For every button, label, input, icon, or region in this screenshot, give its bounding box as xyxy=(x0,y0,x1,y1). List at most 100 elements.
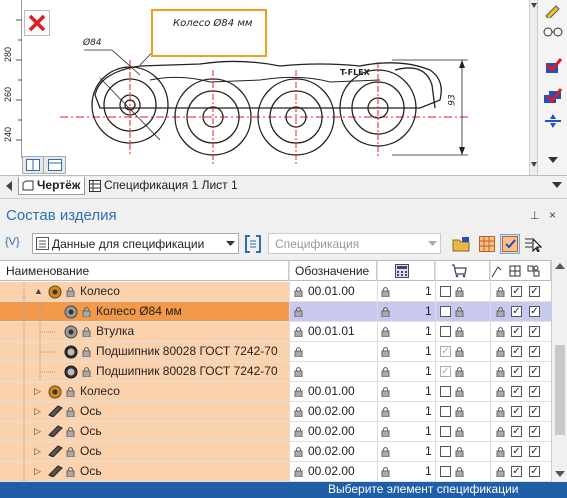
visible-checkbox[interactable]: ✓ xyxy=(529,346,540,357)
expand-toggle-icon[interactable]: ▷ xyxy=(34,446,41,457)
purchased-checkbox[interactable]: ✓ xyxy=(440,346,451,357)
tab-specification[interactable]: Спецификация 1 Лист 1 xyxy=(86,177,242,195)
table-scrollbar[interactable] xyxy=(551,260,567,482)
folder-settings-button[interactable] xyxy=(451,234,471,254)
column-header-quantity[interactable] xyxy=(377,261,435,281)
row-quantity[interactable]: 1 xyxy=(425,444,432,458)
table-row[interactable]: ▷ Ось 00.02.00 1 ✓ ✓ xyxy=(0,422,551,442)
column-header-purchase[interactable] xyxy=(435,261,490,281)
row-quantity[interactable]: 1 xyxy=(425,324,432,338)
lock-icon xyxy=(82,366,91,378)
pin-icon[interactable]: ⊥ xyxy=(530,209,540,222)
row-quantity[interactable]: 1 xyxy=(425,304,432,318)
purchased-checkbox[interactable] xyxy=(440,426,451,437)
visible-checkbox[interactable]: ✓ xyxy=(529,286,540,297)
close-icon[interactable]: × xyxy=(549,208,556,222)
column-header-flags[interactable] xyxy=(490,261,551,281)
specification-dropdown[interactable]: Спецификация xyxy=(268,233,441,254)
expand-toggle-icon[interactable]: ▲ xyxy=(34,286,43,296)
expand-toggle-icon[interactable]: ▷ xyxy=(34,426,41,437)
include-checkbox[interactable]: ✓ xyxy=(511,326,522,337)
chevron-down-icon xyxy=(428,241,437,246)
include-checkbox[interactable]: ✓ xyxy=(511,306,522,317)
scroll-down-button[interactable] xyxy=(541,150,565,172)
drawing-canvas[interactable]: 280 260 240 Колесо Ø84 мм Ø84 93 T-FLEX xyxy=(0,0,535,175)
include-checkbox[interactable]: ✓ xyxy=(511,386,522,397)
row-quantity[interactable]: 1 xyxy=(425,404,432,418)
purchased-checkbox[interactable] xyxy=(440,466,451,477)
chevron-down-icon[interactable] xyxy=(552,182,562,190)
cancel-command-button[interactable] xyxy=(24,10,50,36)
purchased-checkbox[interactable]: ✓ xyxy=(440,366,451,377)
column-header-name[interactable]: Наименование xyxy=(0,261,289,281)
row-quantity[interactable]: 1 xyxy=(425,424,432,438)
visible-checkbox[interactable]: ✓ xyxy=(529,326,540,337)
chevron-down-icon[interactable] xyxy=(555,471,565,478)
check-button[interactable] xyxy=(541,55,565,77)
expand-toggle-icon[interactable]: ▷ xyxy=(34,406,41,417)
row-designation[interactable]: 00.01.00 xyxy=(308,384,355,398)
table-row[interactable]: Подшипник 80028 ГОСТ 7242-70 1 ✓ ✓ ✓ xyxy=(0,362,551,382)
check-all-button[interactable] xyxy=(541,85,565,107)
bracket-icon[interactable] xyxy=(245,235,261,253)
single-view-button[interactable] xyxy=(44,157,65,173)
variables-button[interactable]: {V} xyxy=(5,236,20,248)
visible-checkbox[interactable]: ✓ xyxy=(529,406,540,417)
visible-checkbox[interactable]: ✓ xyxy=(529,466,540,477)
align-button[interactable] xyxy=(541,110,565,132)
visible-checkbox[interactable]: ✓ xyxy=(529,386,540,397)
filter-button[interactable] xyxy=(500,234,520,254)
column-header-designation[interactable]: Обозначение xyxy=(289,261,377,281)
purchased-checkbox[interactable] xyxy=(440,286,451,297)
row-designation[interactable]: 00.01.01 xyxy=(308,324,355,338)
include-checkbox[interactable]: ✓ xyxy=(511,286,522,297)
table-row[interactable]: ▷ Колесо 00.01.00 1 ✓ ✓ xyxy=(0,382,551,402)
select-mode-button[interactable] xyxy=(523,234,543,254)
scrollbar-thumb[interactable] xyxy=(555,345,565,435)
row-designation[interactable]: 00.02.00 xyxy=(308,444,355,458)
chevron-left-icon[interactable] xyxy=(4,181,14,191)
chevron-up-icon[interactable] xyxy=(555,263,565,270)
row-name: Ось xyxy=(80,424,102,438)
row-quantity[interactable]: 1 xyxy=(425,344,432,358)
table-row[interactable]: ▲ Колесо 00.01.00 1 ✓ ✓ xyxy=(0,282,551,302)
row-quantity[interactable]: 1 xyxy=(425,284,432,298)
row-designation[interactable]: 00.01.00 xyxy=(308,284,355,298)
drawing-scrollbar[interactable] xyxy=(529,0,537,175)
visible-checkbox[interactable]: ✓ xyxy=(529,366,540,377)
table-row[interactable]: ▷ Ось 00.02.00 1 ✓ ✓ xyxy=(0,462,551,482)
purchased-checkbox[interactable] xyxy=(440,306,451,317)
include-checkbox[interactable]: ✓ xyxy=(511,426,522,437)
include-checkbox[interactable]: ✓ xyxy=(511,466,522,477)
purchased-checkbox[interactable] xyxy=(440,326,451,337)
split-view-button[interactable] xyxy=(23,157,45,173)
purchased-checkbox[interactable] xyxy=(440,406,451,417)
data-source-dropdown[interactable]: Данные для спецификации xyxy=(32,233,239,254)
table-view-button[interactable] xyxy=(477,234,497,254)
row-quantity[interactable]: 1 xyxy=(425,464,432,478)
table-row[interactable]: ▷ Ось 00.02.00 1 ✓ ✓ xyxy=(0,402,551,422)
table-row[interactable]: Подшипник 80028 ГОСТ 7242-70 1 ✓ ✓ ✓ xyxy=(0,342,551,362)
visible-checkbox[interactable]: ✓ xyxy=(529,306,540,317)
edit-button[interactable] xyxy=(541,0,565,22)
purchased-checkbox[interactable] xyxy=(440,446,451,457)
expand-toggle-icon[interactable]: ▷ xyxy=(34,466,41,477)
visible-checkbox[interactable]: ✓ xyxy=(529,446,540,457)
row-designation[interactable]: 00.02.00 xyxy=(308,424,355,438)
tab-drawing[interactable]: Чертёж xyxy=(18,177,86,195)
include-checkbox[interactable]: ✓ xyxy=(511,366,522,377)
purchased-checkbox[interactable] xyxy=(440,386,451,397)
include-checkbox[interactable]: ✓ xyxy=(511,406,522,417)
view-glasses-button[interactable] xyxy=(541,20,565,42)
table-row[interactable]: ▷ Ось 00.02.00 1 ✓ ✓ xyxy=(0,442,551,462)
visible-checkbox[interactable]: ✓ xyxy=(529,426,540,437)
include-checkbox[interactable]: ✓ xyxy=(511,446,522,457)
row-designation[interactable]: 00.02.00 xyxy=(308,404,355,418)
table-row[interactable]: Втулка 00.01.01 1 ✓ ✓ xyxy=(0,322,551,342)
include-checkbox[interactable]: ✓ xyxy=(511,346,522,357)
row-quantity[interactable]: 1 xyxy=(425,384,432,398)
expand-toggle-icon[interactable]: ▷ xyxy=(34,386,41,397)
row-designation[interactable]: 00.02.00 xyxy=(308,464,355,478)
table-row[interactable]: Колесо Ø84 мм 1 ✓ ✓ xyxy=(0,302,551,322)
row-quantity[interactable]: 1 xyxy=(425,364,432,378)
